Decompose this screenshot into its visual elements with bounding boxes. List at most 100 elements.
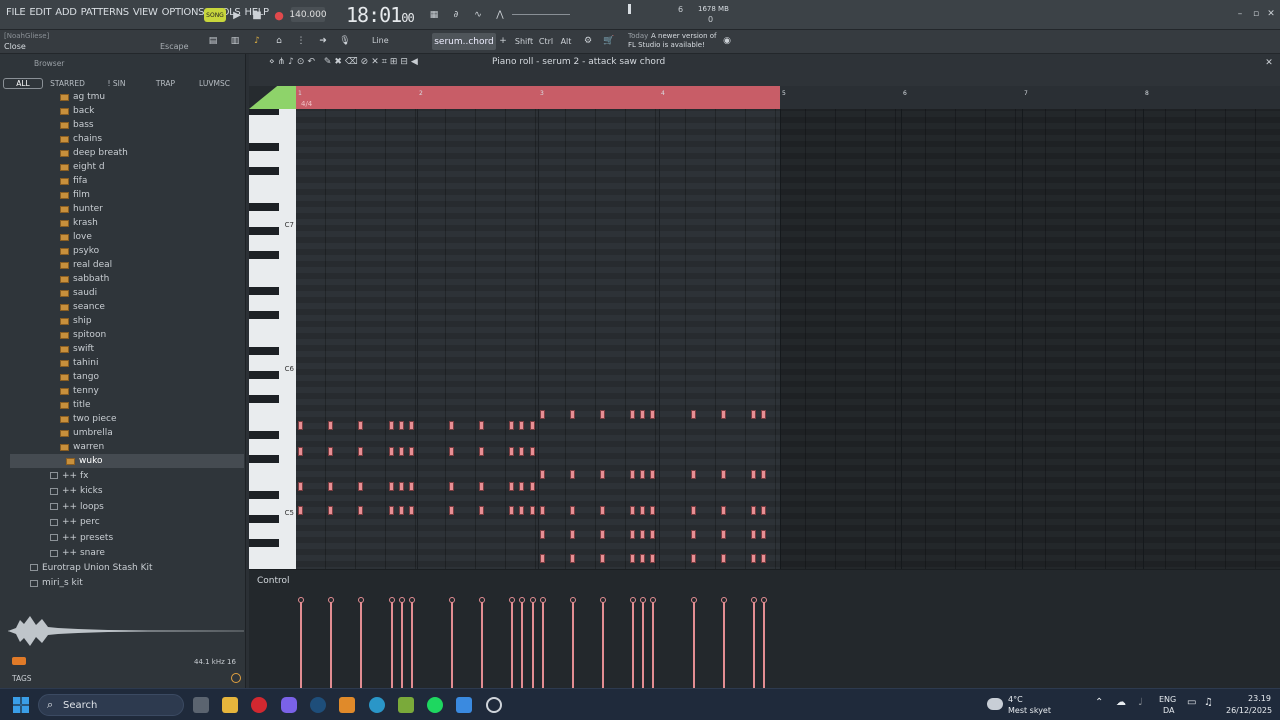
note[interactable]	[540, 506, 545, 515]
note[interactable]	[540, 554, 545, 563]
velocity-bar[interactable]	[693, 600, 695, 689]
note[interactable]	[640, 530, 645, 539]
black-key[interactable]	[249, 431, 279, 439]
black-key[interactable]	[249, 109, 279, 115]
tab-sin[interactable]: ! SIN	[92, 79, 141, 88]
folder-item[interactable]: hunter	[60, 202, 103, 216]
subfolder-item[interactable]: ++ loops	[50, 499, 104, 514]
piano-roll-tools[interactable]: ⋄⋔♪⊙↶ ✎✖⌫⊘✕⌗⊞⊟◀	[269, 57, 469, 69]
mixer-icon[interactable]: ▦	[426, 8, 442, 22]
waveform-preview[interactable]	[8, 610, 244, 652]
note[interactable]	[530, 482, 535, 491]
velocity-bar[interactable]	[451, 600, 453, 689]
note[interactable]	[509, 421, 514, 430]
shift-key[interactable]: Shift	[514, 34, 534, 48]
velocity-handle[interactable]	[761, 597, 767, 603]
black-key[interactable]	[249, 347, 279, 355]
velocity-bar[interactable]	[652, 600, 654, 689]
note[interactable]	[298, 447, 303, 456]
channel-rack-icon[interactable]: ▥	[228, 34, 242, 48]
piano-roll-close-icon[interactable]: ✕	[1263, 57, 1275, 69]
tab-trap[interactable]: TRAP	[141, 79, 190, 88]
note[interactable]	[650, 410, 655, 419]
black-key[interactable]	[249, 143, 279, 151]
fl-alt-icon[interactable]	[398, 697, 414, 713]
note[interactable]	[519, 482, 524, 491]
menu-edit[interactable]: EDIT	[27, 7, 53, 18]
note[interactable]	[600, 410, 605, 419]
tab-luvmsc[interactable]: LUVMSC	[190, 79, 239, 88]
selected-folder-row[interactable]	[10, 454, 244, 468]
note[interactable]	[570, 470, 575, 479]
velocity-bar[interactable]	[511, 600, 513, 689]
velocity-handle[interactable]	[509, 597, 515, 603]
velocity-handle[interactable]	[640, 597, 646, 603]
tray-cloud-icon[interactable]: ☁	[1116, 697, 1126, 708]
play-icon[interactable]: ▶	[230, 8, 244, 22]
folder-item[interactable]: real deal	[60, 258, 112, 272]
lang-line1[interactable]: ENG	[1159, 695, 1176, 704]
note[interactable]	[600, 554, 605, 563]
note[interactable]	[449, 447, 454, 456]
note[interactable]	[640, 554, 645, 563]
note[interactable]	[389, 447, 394, 456]
control-label[interactable]: Control	[257, 576, 290, 586]
step-icon[interactable]: ∂	[448, 8, 464, 22]
note[interactable]	[358, 447, 363, 456]
velocity-bar[interactable]	[753, 600, 755, 689]
note[interactable]	[479, 506, 484, 515]
velocity-handle[interactable]	[630, 597, 636, 603]
velocity-bar[interactable]	[401, 600, 403, 689]
note[interactable]	[721, 410, 726, 419]
metronome-icon[interactable]: ⋀	[492, 8, 508, 22]
folder-item[interactable]: warren	[60, 440, 104, 454]
velocity-handle[interactable]	[399, 597, 405, 603]
pack-item[interactable]: miri_s kit	[30, 576, 83, 591]
velocity-handle[interactable]	[328, 597, 334, 603]
tab-starred[interactable]: STARRED	[43, 79, 92, 88]
note[interactable]	[509, 447, 514, 456]
black-key[interactable]	[249, 371, 279, 379]
menu-add[interactable]: ADD	[53, 7, 78, 18]
tab-all[interactable]: ALL	[3, 77, 43, 89]
velocity-bar[interactable]	[532, 600, 534, 689]
note[interactable]	[479, 421, 484, 430]
note[interactable]	[751, 470, 756, 479]
velocity-bar[interactable]	[300, 600, 302, 689]
pitch-slider[interactable]	[628, 4, 631, 14]
velocity-handle[interactable]	[721, 597, 727, 603]
subfolder-item[interactable]: ++ presets	[50, 530, 113, 545]
folder-item[interactable]: chains	[60, 132, 102, 146]
pattern-selector[interactable]: serum..chord	[432, 33, 496, 50]
note-grid[interactable]	[296, 109, 1280, 621]
note[interactable]	[358, 506, 363, 515]
velocity-handle[interactable]	[519, 597, 525, 603]
velocity-handle[interactable]	[298, 597, 304, 603]
note[interactable]	[570, 530, 575, 539]
menu-view[interactable]: VIEW	[131, 7, 160, 18]
black-key[interactable]	[249, 287, 279, 295]
alt-key[interactable]: Alt	[558, 34, 574, 48]
network-icon[interactable]: ▭	[1187, 697, 1196, 708]
note[interactable]	[409, 506, 414, 515]
folder-item[interactable]: saudi	[60, 286, 97, 300]
note[interactable]	[530, 447, 535, 456]
velocity-handle[interactable]	[540, 597, 546, 603]
velocity-bar[interactable]	[330, 600, 332, 689]
folder-item[interactable]: swift	[60, 342, 94, 356]
velocity-handle[interactable]	[389, 597, 395, 603]
menu-patterns[interactable]: PATTERNS	[79, 7, 131, 18]
loop-region[interactable]	[296, 86, 780, 109]
note[interactable]	[691, 470, 696, 479]
windows-start-icon[interactable]	[13, 697, 29, 713]
note[interactable]	[358, 482, 363, 491]
black-key[interactable]	[249, 203, 279, 211]
fl-studio-icon[interactable]	[339, 697, 355, 713]
note[interactable]	[691, 554, 696, 563]
note[interactable]	[761, 410, 766, 419]
note[interactable]	[328, 482, 333, 491]
note[interactable]	[509, 506, 514, 515]
lang-line2[interactable]: DA	[1163, 706, 1175, 715]
velocity-bar[interactable]	[723, 600, 725, 689]
folder-item[interactable]: deep breath	[60, 146, 128, 160]
